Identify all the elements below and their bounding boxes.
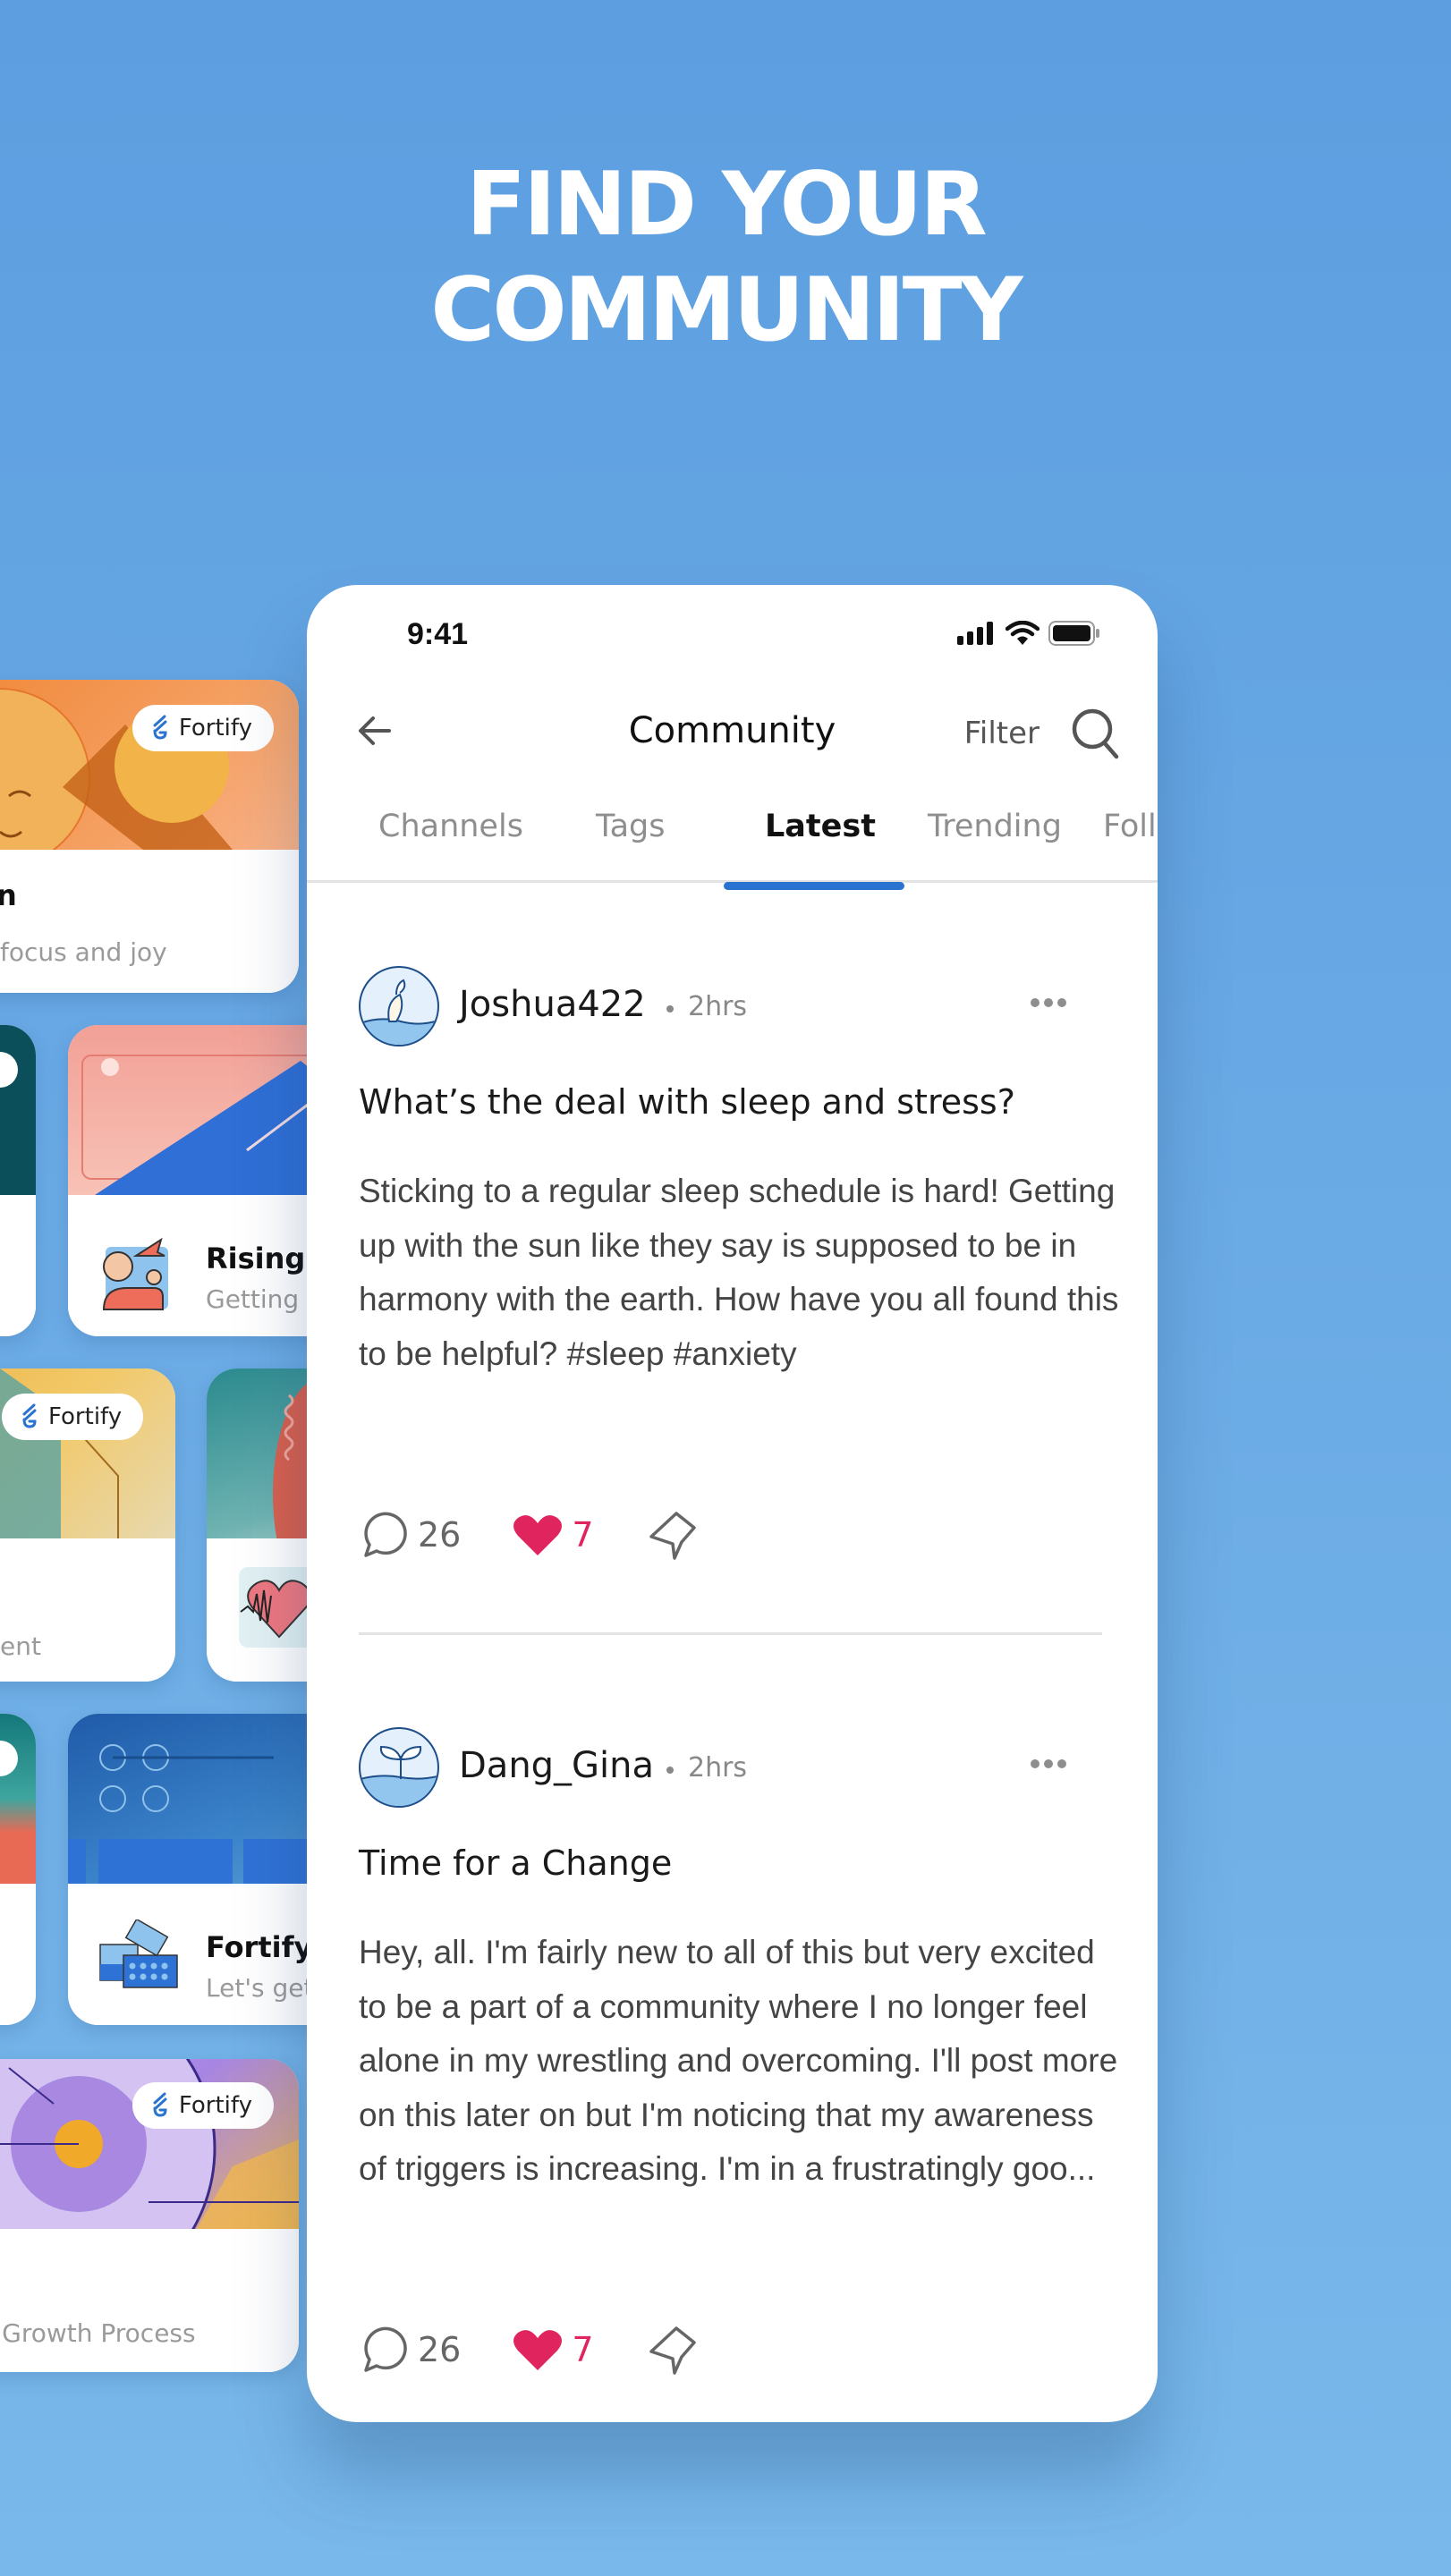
headline: FIND YOUR COMMUNITY	[0, 152, 1451, 363]
program-card-dark-teal[interactable]	[0, 1025, 36, 1336]
fortify-badge: Fortify	[132, 705, 274, 751]
flexing-person-icon	[102, 1237, 168, 1310]
avatar[interactable]	[359, 1727, 439, 1808]
bookmark-tag-icon	[649, 2326, 696, 2375]
program-card-purple[interactable]: Fortify e Growth Process	[0, 2059, 299, 2372]
heart-icon	[513, 1515, 563, 1555]
fortify-logo-icon	[153, 715, 167, 740]
fortify-logo-icon	[153, 2092, 167, 2117]
post-title[interactable]: Time for a Change	[359, 1843, 672, 1883]
phone-screen: 9:41 Community Filter Channels Tags Late…	[307, 585, 1158, 2422]
card-title: Fortify	[206, 1930, 313, 1964]
like-count: 7	[572, 2330, 594, 2369]
status-time: 9:41	[407, 617, 469, 651]
badge-label: Fortify	[48, 1403, 123, 1430]
tab-following[interactable]: Foll	[1103, 809, 1157, 844]
search-icon[interactable]	[1070, 707, 1120, 760]
comment-icon	[364, 2326, 407, 2372]
sprout-avatar-icon	[361, 979, 437, 1045]
wifi-icon	[1006, 621, 1039, 645]
like-count: 7	[572, 1515, 594, 1555]
program-card-orange[interactable]: Fortify n focus and joy	[0, 680, 299, 993]
badge-label: Fortify	[178, 715, 252, 741]
battery-icon	[1048, 621, 1099, 646]
separator-dot	[666, 1005, 674, 1013]
post-card[interactable]: Dang_Gina 2hrs Time for a Change Hey, al…	[359, 1727, 1117, 2407]
badge-label: Fortify	[178, 2092, 252, 2119]
separator-dot	[666, 1767, 674, 1774]
comment-count: 26	[418, 1515, 462, 1555]
program-card-yellow[interactable]: Fortify ent	[0, 1368, 175, 1682]
more-options-icon[interactable]	[1031, 998, 1066, 1007]
fortify-badge: Fortify	[2, 1394, 144, 1440]
fortify-badge: Fortify	[132, 2082, 274, 2129]
post-title[interactable]: What’s the deal with sleep and stress?	[359, 1082, 1015, 1122]
tab-tags[interactable]: Tags	[596, 809, 666, 844]
tab-trending[interactable]: Trending	[928, 809, 1062, 844]
tab-bar: Channels Tags Latest Trending Foll	[307, 809, 1158, 883]
save-button[interactable]	[646, 2323, 700, 2377]
fortify-logo-icon	[22, 1403, 37, 1428]
card-subtitle: Let's get	[206, 1973, 314, 2003]
card-title: n	[0, 878, 17, 912]
post-time: 2hrs	[688, 1752, 748, 1784]
post-card[interactable]: Joshua422 2hrs What’s the deal with slee…	[359, 966, 1118, 1592]
building-blocks-icon	[99, 1919, 178, 1988]
like-button[interactable]: 7	[513, 2327, 594, 2372]
heart-icon	[513, 2330, 563, 2370]
like-button[interactable]: 7	[513, 1513, 594, 1557]
more-options-icon[interactable]	[1031, 1759, 1066, 1768]
card-subtitle: ent	[0, 1631, 41, 1661]
program-card-teal-coral[interactable]	[0, 1714, 36, 2025]
headline-line-2: COMMUNITY	[430, 259, 1022, 361]
seedling-avatar-icon	[361, 1745, 437, 1806]
card-subtitle: e Growth Process	[0, 2318, 196, 2348]
comment-button[interactable]: 26	[359, 2324, 461, 2376]
card-illustration	[0, 1052, 18, 1088]
comment-button[interactable]: 26	[359, 1509, 461, 1561]
active-tab-indicator	[724, 882, 904, 890]
card-subtitle: Getting	[206, 1284, 300, 1314]
save-button[interactable]	[646, 1508, 700, 1562]
post-time: 2hrs	[688, 991, 748, 1022]
post-actions: 26 7	[359, 2323, 751, 2377]
card-illustration	[0, 1741, 18, 1776]
post-author[interactable]: Joshua422	[459, 984, 646, 1025]
avatar[interactable]	[359, 966, 439, 1046]
headline-line-1: FIND YOUR	[466, 154, 988, 256]
post-author[interactable]: Dang_Gina	[459, 1745, 654, 1786]
post-actions: 26 7	[359, 1508, 751, 1562]
tab-channels[interactable]: Channels	[378, 809, 523, 844]
comment-count: 26	[418, 2330, 462, 2369]
status-icons	[957, 621, 1100, 646]
tab-latest[interactable]: Latest	[765, 809, 876, 844]
post-divider	[359, 1632, 1102, 1635]
card-subtitle: focus and joy	[0, 937, 167, 967]
filter-button[interactable]: Filter	[964, 716, 1039, 751]
post-body: Hey, all. I'm fairly new to all of this …	[359, 1934, 1118, 2187]
post-body: Sticking to a regular sleep schedule is …	[359, 1173, 1119, 1372]
bookmark-tag-icon	[649, 1512, 696, 1560]
signal-icon	[957, 622, 993, 645]
comment-icon	[364, 1512, 407, 1557]
